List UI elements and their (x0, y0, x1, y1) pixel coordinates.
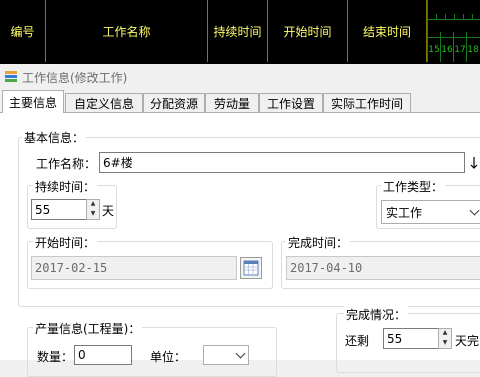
duration-stepper[interactable]: ▲ ▼ (86, 199, 100, 220)
column-header-end[interactable]: 结束时间 (348, 0, 427, 62)
end-date-input[interactable]: 2017-04-10 (286, 256, 480, 280)
column-header-name[interactable]: 工作名称 (46, 0, 208, 62)
duration-label: 持续时间： (33, 178, 98, 195)
remaining-unit: 天完 (455, 334, 480, 348)
timeline-day: 17 (453, 38, 466, 62)
tab-label: 主要信息 (8, 95, 57, 110)
tab-labor[interactable]: 劳动量 (205, 93, 259, 112)
start-date-input[interactable]: 2017-02-15 (31, 256, 237, 280)
tab-label: 工作设置 (266, 96, 315, 111)
quantity-label: 数量： (37, 350, 74, 364)
duration-unit: 天 (102, 204, 115, 218)
tab-actual-time[interactable]: 实际工作时间 (323, 93, 411, 112)
work-name-input[interactable]: 6#楼 (99, 152, 465, 173)
tab-label: 劳动量 (213, 96, 250, 111)
stepper-up-icon[interactable]: ▲ (439, 329, 451, 339)
tab-work-settings[interactable]: 工作设置 (259, 93, 323, 112)
tab-label: 分配资源 (149, 96, 198, 111)
remaining-value: 55 (387, 331, 403, 346)
tab-strip: 主要信息 自定义信息 分配资源 劳动量 工作设置 实际工作时间 (0, 90, 480, 113)
column-header-id[interactable]: 编号 (0, 0, 46, 62)
gantt-grid-header: 编号 工作名称 持续时间 开始时间 结束时间 15 16 17 18 (0, 0, 480, 64)
timeline-day: 16 (440, 38, 453, 62)
unit-select[interactable] (203, 345, 249, 365)
column-header-start[interactable]: 开始时间 (268, 0, 348, 62)
tab-resources[interactable]: 分配资源 (143, 93, 205, 112)
app-icon (5, 71, 17, 82)
calendar-icon[interactable] (240, 257, 262, 279)
stepper-down-icon[interactable]: ▼ (87, 210, 99, 220)
completion-label: 完成情况： (344, 306, 409, 323)
remaining-label: 还剩 (345, 334, 370, 348)
output-label: 产量信息(工程量)： (33, 320, 143, 337)
stepper-down-icon[interactable]: ▼ (439, 339, 451, 349)
arrow-down-icon[interactable] (469, 156, 479, 170)
end-date-label: 完成时间： (286, 234, 351, 251)
unit-label: 单位： (150, 350, 187, 364)
column-header-label: 结束时间 (362, 24, 411, 39)
start-date-value: 2017-02-15 (35, 261, 108, 275)
remaining-input[interactable]: 55 (383, 328, 439, 349)
tab-main-info[interactable]: 主要信息 (2, 90, 64, 113)
dialog-title: 工作信息(修改工作) (22, 71, 128, 85)
tab-custom-info[interactable]: 自定义信息 (65, 93, 143, 112)
end-date-value: 2017-04-10 (290, 261, 363, 275)
duration-input[interactable]: 55 (31, 199, 87, 220)
column-header-label: 编号 (10, 24, 35, 39)
stepper-up-icon[interactable]: ▲ (87, 200, 99, 210)
quantity-input[interactable]: 0 (74, 345, 132, 365)
work-type-select[interactable]: 实工作 (381, 200, 480, 224)
column-header-duration[interactable]: 持续时间 (208, 0, 268, 62)
tab-label: 自定义信息 (73, 96, 134, 111)
work-type-value: 实工作 (386, 205, 423, 220)
tab-label: 实际工作时间 (330, 96, 403, 111)
duration-value: 55 (35, 202, 51, 217)
timeline-header: 15 16 17 18 (427, 0, 480, 62)
dialog-title-bar[interactable]: 工作信息(修改工作) (0, 66, 480, 88)
work-name-value: 6#楼 (103, 156, 133, 170)
basic-info-label: 基本信息： (22, 129, 87, 146)
work-name-label: 工作名称： (36, 157, 97, 171)
column-header-label: 持续时间 (213, 24, 262, 39)
chevron-down-icon (469, 205, 480, 216)
remaining-stepper[interactable]: ▲ ▼ (438, 328, 452, 349)
work-type-label: 工作类型： (381, 178, 446, 195)
tab-panel-main: 基本信息： 工作名称： 6#楼 持续时间： 55 ▲ ▼ 天 工作类型： 实工作 … (0, 112, 480, 377)
timeline-day: 15 (427, 38, 440, 62)
chevron-down-icon (235, 348, 246, 359)
column-header-label: 开始时间 (283, 24, 332, 39)
timeline-day: 18 (466, 38, 479, 62)
column-header-label: 工作名称 (102, 24, 151, 39)
start-date-label: 开始时间： (33, 234, 98, 251)
